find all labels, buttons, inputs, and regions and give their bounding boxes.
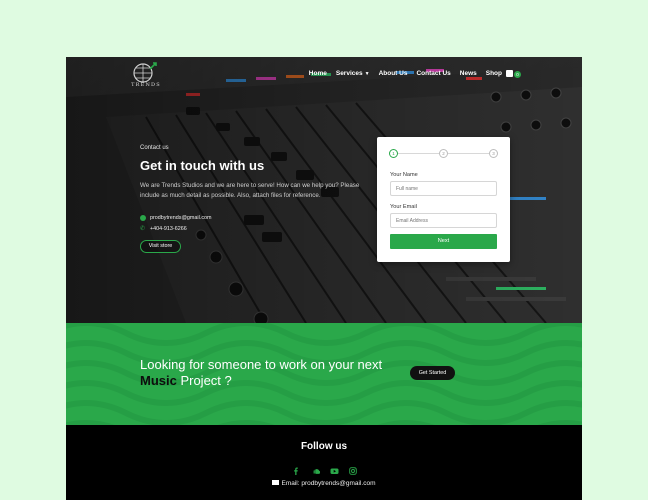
- contact-email[interactable]: prodbytrends@gmail.com: [150, 215, 212, 221]
- contact-form-card: 1 2 3 Your Name Your Email Next: [377, 137, 510, 262]
- name-label: Your Name: [390, 172, 418, 178]
- cta-highlight: Music: [140, 373, 177, 388]
- contact-phone[interactable]: +404-913-6266: [150, 226, 187, 232]
- email-icon: [140, 215, 146, 221]
- visit-store-button[interactable]: Visit store: [140, 240, 181, 253]
- soundcloud-icon[interactable]: [311, 462, 320, 474]
- nav-services-label: Services: [335, 70, 363, 77]
- step-connector: [448, 153, 489, 154]
- social-links: [66, 462, 582, 475]
- email-field[interactable]: [390, 213, 497, 228]
- follow-us-title: Follow us: [300, 441, 348, 452]
- step-3: 3: [489, 149, 498, 158]
- footer-email: Email: prodbytrends@gmail.com: [66, 480, 582, 487]
- youtube-icon[interactable]: [330, 462, 338, 474]
- nav-about-us[interactable]: About Us: [379, 70, 408, 77]
- nav-services[interactable]: Services ▼: [336, 70, 370, 77]
- cart-count-badge: 0: [514, 71, 521, 78]
- instagram-icon[interactable]: [348, 462, 357, 475]
- nav-news[interactable]: News: [460, 70, 477, 77]
- website-page: TRENDS Home Services ▼ About Us Contact U…: [66, 57, 582, 500]
- chevron-down-icon: ▼: [364, 71, 370, 77]
- footer: Follow us Email: prodbytrends@gmail.com: [66, 425, 582, 500]
- step-1: 1: [389, 149, 398, 158]
- contact-email-row: prodbytrends@gmail.com: [140, 215, 212, 221]
- nav-shop[interactable]: Shop: [486, 70, 502, 77]
- nav-contact-us[interactable]: Contact Us: [416, 70, 450, 77]
- facebook-icon[interactable]: [292, 462, 300, 475]
- envelope-icon: [272, 480, 280, 485]
- hero-section: TRENDS Home Services ▼ About Us Contact U…: [66, 57, 582, 323]
- cart-button[interactable]: 0: [506, 68, 522, 80]
- get-started-button[interactable]: Get Started: [410, 366, 455, 380]
- contact-phone-row: ✆ +404-913-6266: [140, 226, 187, 232]
- phone-icon: ✆: [140, 226, 146, 232]
- top-navigation: TRENDS Home Services ▼ About Us Contact U…: [66, 57, 582, 93]
- logo-text: TRENDS: [131, 82, 161, 88]
- cta-banner: Looking for someone to work on your next…: [66, 323, 582, 425]
- next-button[interactable]: Next: [390, 234, 497, 249]
- cta-heading: Looking for someone to work on your next…: [140, 357, 400, 389]
- cta-line-2: Project ?: [176, 373, 232, 388]
- shopping-bag-icon: [506, 70, 513, 77]
- email-label: Your Email: [390, 204, 417, 210]
- hero-title: Get in touch with us: [140, 158, 265, 173]
- footer-email-text[interactable]: Email: prodbytrends@gmail.com: [281, 480, 375, 487]
- nav-home[interactable]: Home: [309, 70, 327, 77]
- cta-line-1: Looking for someone to work on your next: [140, 357, 383, 372]
- name-field[interactable]: [390, 181, 497, 196]
- step-2: 2: [439, 149, 448, 158]
- step-connector: [398, 153, 439, 154]
- hero-description: We are Trends Studios and we are here to…: [140, 182, 360, 199]
- main-menu: Home Services ▼ About Us Contact Us News …: [309, 70, 502, 77]
- hero-eyebrow: Contact us: [140, 145, 169, 151]
- form-steps: 1 2 3: [389, 149, 498, 159]
